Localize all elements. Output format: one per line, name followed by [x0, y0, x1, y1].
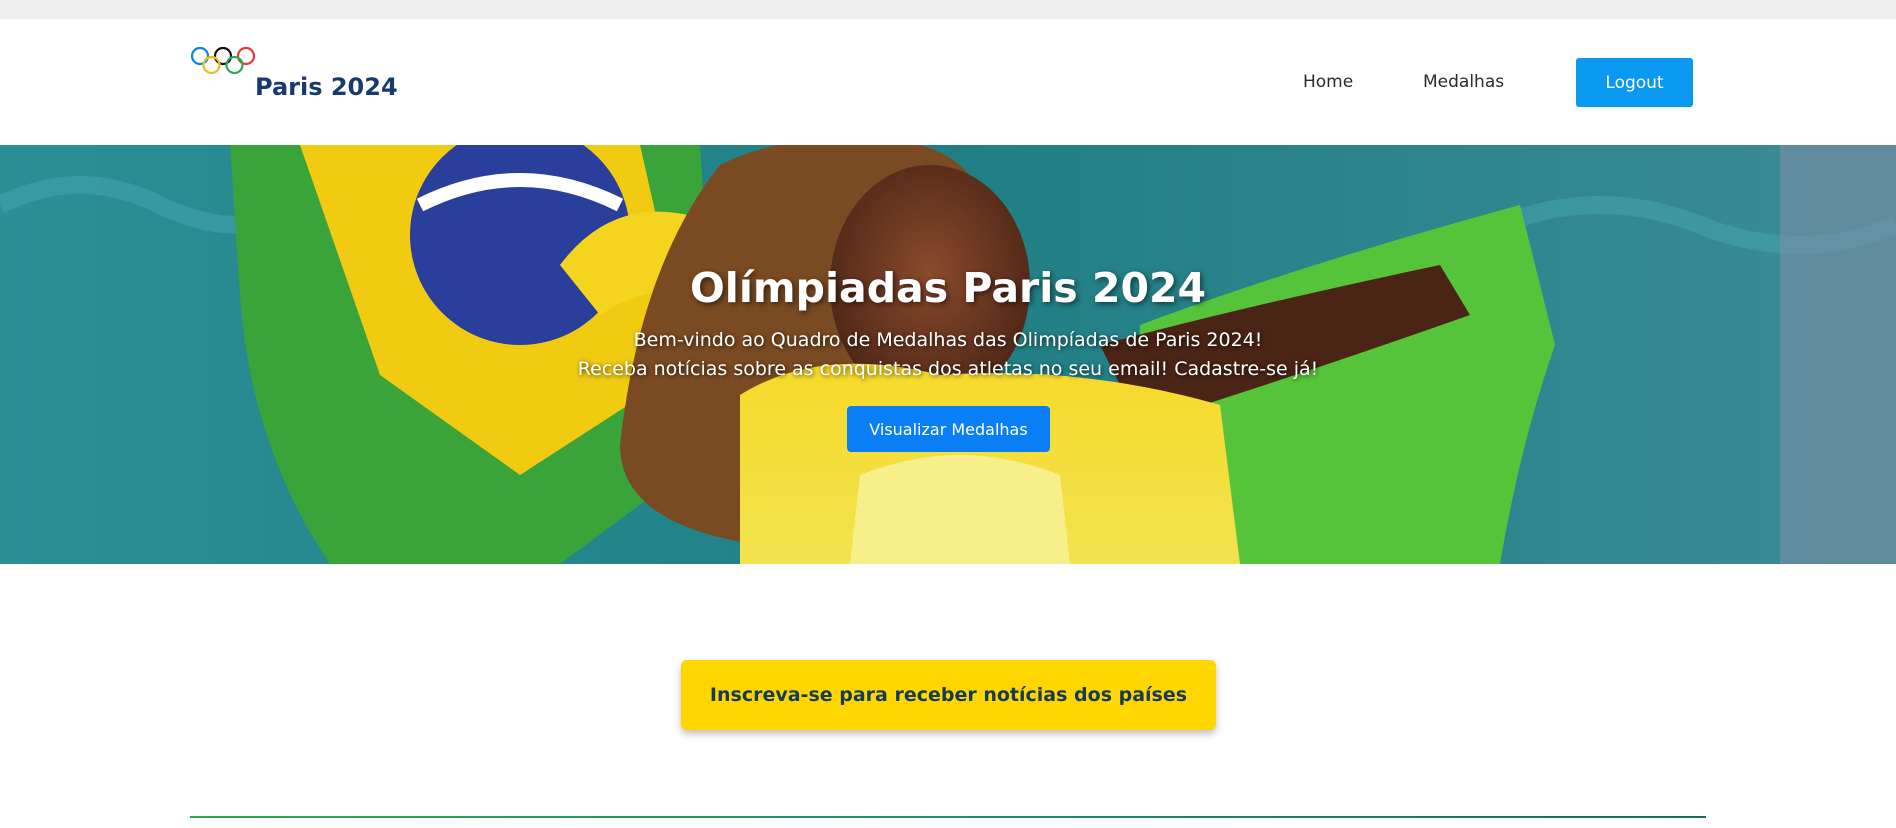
hero-banner: Olímpiadas Paris 2024 Bem-vindo ao Quadr… — [0, 145, 1896, 564]
logout-button[interactable]: Logout — [1576, 58, 1693, 107]
hero-subtitle-line-2: Receba notícias sobre as conquistas dos … — [577, 358, 1319, 380]
logo-link[interactable]: Paris 2024 — [190, 45, 410, 125]
nav-link-home[interactable]: Home — [1303, 72, 1353, 92]
section-divider — [190, 816, 1706, 818]
browser-top-strip — [0, 0, 1896, 19]
navbar: Paris 2024 Home Medalhas Logout — [0, 19, 1896, 145]
nav-link-medalhas[interactable]: Medalhas — [1423, 72, 1504, 92]
olympic-rings-icon — [190, 46, 256, 75]
hero-title: Olímpiadas Paris 2024 — [689, 264, 1207, 312]
brand-title: Paris 2024 — [255, 73, 398, 101]
hero-subtitle-line-1: Bem-vindo ao Quadro de Medalhas das Olim… — [633, 329, 1263, 351]
view-medals-button[interactable]: Visualizar Medalhas — [847, 406, 1050, 452]
subscribe-button[interactable]: Inscreva-se para receber notícias dos pa… — [681, 660, 1216, 730]
